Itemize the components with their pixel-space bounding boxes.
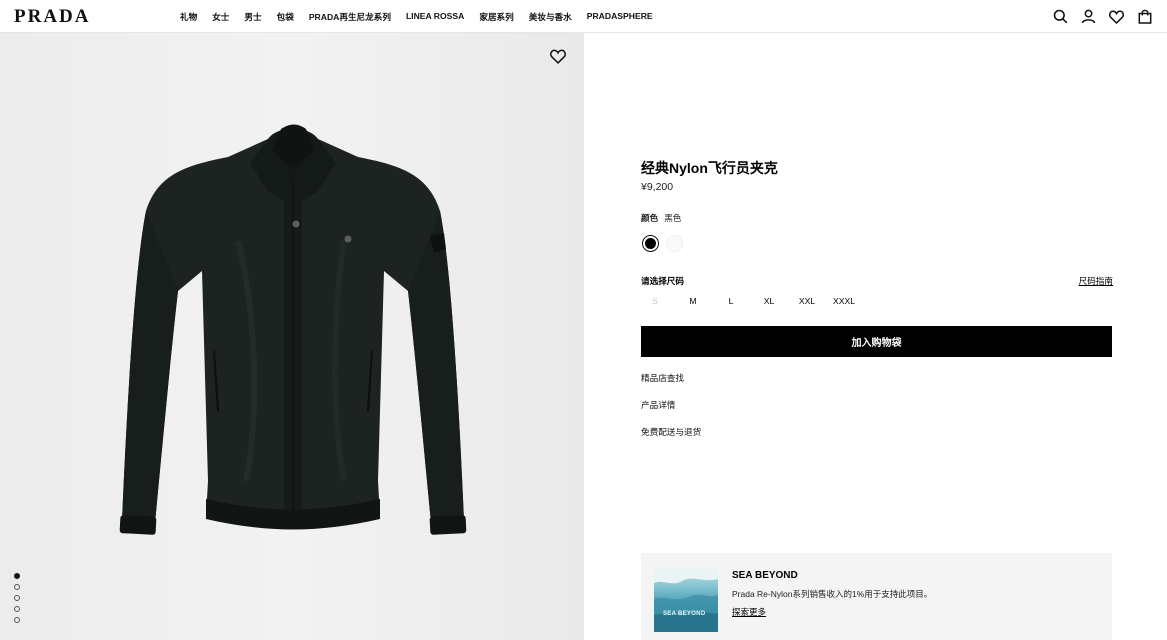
nav-item-linea-rossa[interactable]: LINEA ROSSA [406,11,464,23]
size-option-l[interactable]: L [729,296,734,306]
shipping-returns-link[interactable]: 免费配送与退货 [641,426,701,438]
size-option-m[interactable]: M [689,296,696,306]
color-value: 黑色 [664,213,682,223]
nav-item-home[interactable]: 家居系列 [479,11,513,23]
nav-item-re-nylon[interactable]: PRADA再生尼龙系列 [309,11,391,23]
gallery-dot[interactable] [14,617,20,623]
product-title: 经典Nylon飞行员夹克 [641,160,778,176]
gallery-dot[interactable] [14,584,20,590]
gallery-dot[interactable] [14,573,20,579]
color-swatch-black[interactable] [642,235,659,252]
store-locator-link[interactable]: 精品店查找 [641,372,684,384]
nav-item-bags[interactable]: 包袋 [277,11,294,23]
nav-item-beauty[interactable]: 美妆与香水 [529,11,572,23]
gallery-pagination [14,573,20,623]
add-to-wishlist-heart-icon[interactable] [550,49,566,69]
sea-beyond-title: SEA BEYOND [732,570,798,581]
explore-more-link[interactable]: 探索更多 [732,606,766,618]
size-select-label: 请选择尺码 [641,276,684,286]
sea-beyond-banner: SEA BEYOND SEA BEYOND Prada Re-Nylon系列销售… [641,553,1112,640]
prada-logo[interactable]: PRADA [14,6,91,28]
nav-item-women[interactable]: 女士 [212,11,229,23]
product-details-link[interactable]: 产品详情 [641,399,675,411]
sea-beyond-description: Prada Re-Nylon系列销售收入的1%用于支持此项目。 [732,589,933,599]
main-nav: 礼物 女士 男士 包袋 PRADA再生尼龙系列 LINEA ROSSA 家居系列… [180,11,668,23]
nav-item-gifts[interactable]: 礼物 [180,11,197,23]
product-image-gallery[interactable] [0,33,584,640]
product-price: ¥9,200 [641,181,674,193]
color-swatch-white[interactable] [666,235,683,252]
bag-icon[interactable] [1136,8,1153,25]
gallery-dot[interactable] [14,595,20,601]
size-option-xxxl[interactable]: XXXL [833,296,855,306]
sea-beyond-image-text: SEA BEYOND [663,611,706,617]
color-row: 颜色 黑色 [641,212,681,224]
add-to-bag-button[interactable]: 加入购物袋 [641,326,1112,357]
color-label: 颜色 [641,213,659,223]
size-option-xxl[interactable]: XXL [799,296,815,306]
size-option-xl[interactable]: XL [764,296,775,306]
sea-beyond-image: SEA BEYOND [654,569,718,632]
size-option-s[interactable]: S [652,296,658,306]
jacket-product-image [119,124,467,535]
gallery-dot[interactable] [14,606,20,612]
size-guide-link[interactable]: 尺码指南 [1079,275,1113,287]
product-info: 经典Nylon飞行员夹克 ¥9,200 颜色 黑色 请选择尺码 尺码指南 S M … [641,0,1113,640]
size-options: S M L XL XXL XXXL [641,296,881,308]
nav-item-men[interactable]: 男士 [244,11,261,23]
